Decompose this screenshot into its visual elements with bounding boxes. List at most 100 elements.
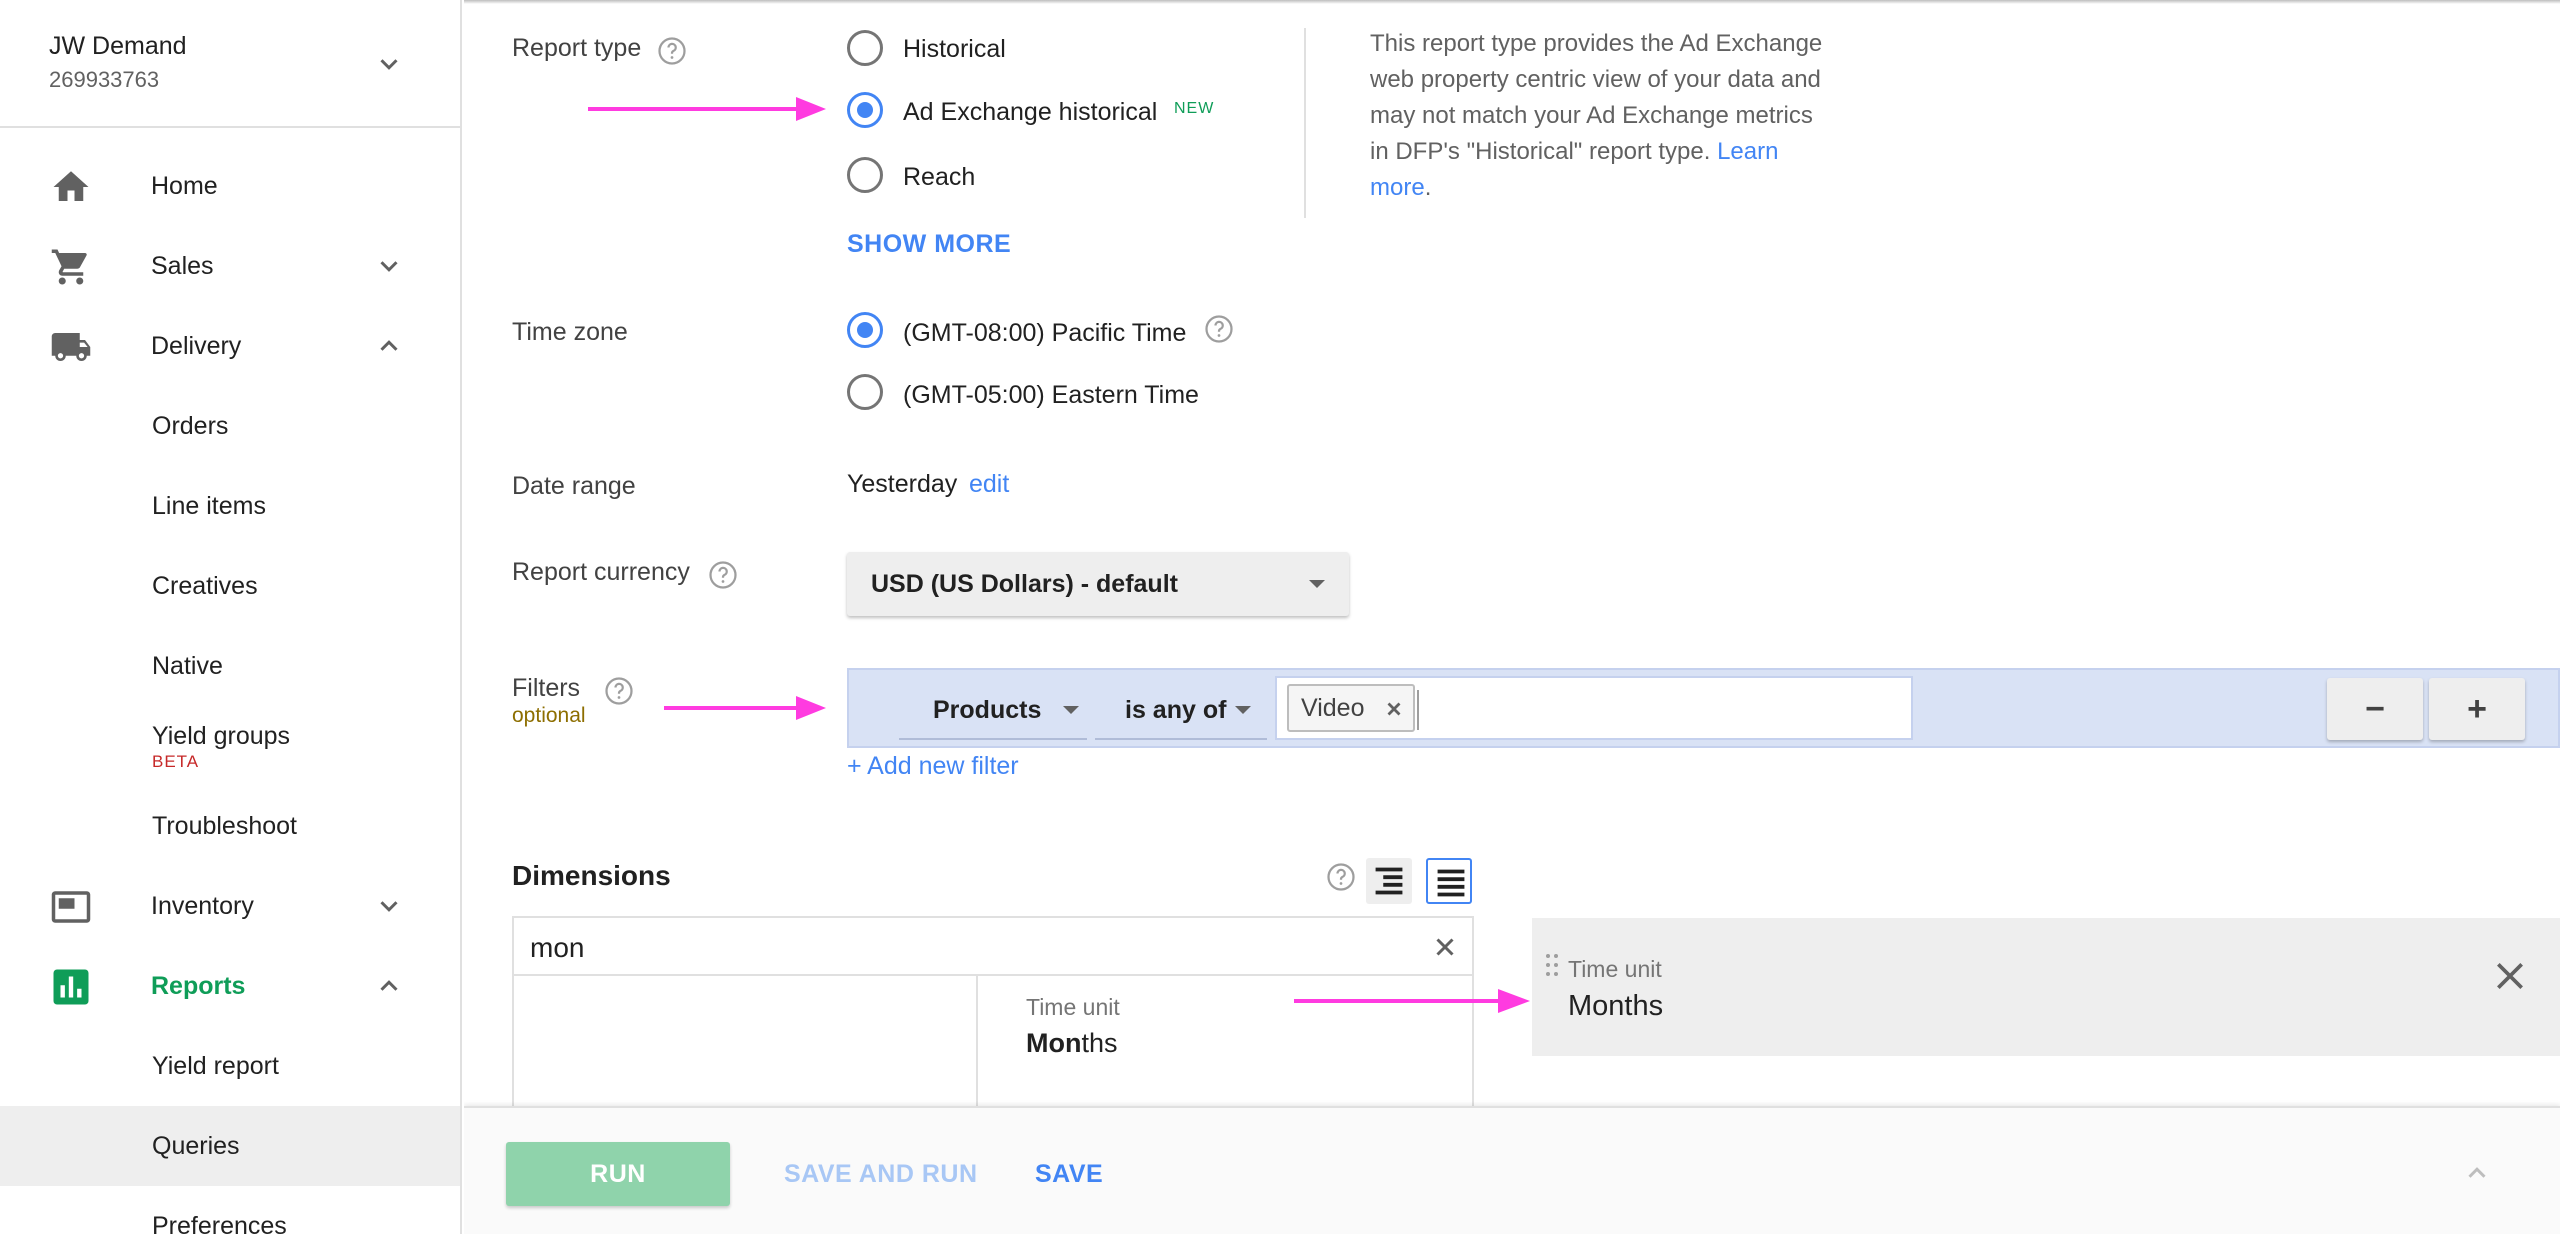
new-badge: NEW: [1174, 100, 1215, 117]
result-item-months[interactable]: Months: [1026, 1028, 1118, 1059]
divider: [1304, 28, 1306, 218]
clear-icon[interactable]: [1430, 932, 1460, 962]
save-button[interactable]: SAVE: [1035, 1160, 1103, 1189]
sidebar-item-yield-groups[interactable]: Yield groups BETA: [0, 710, 460, 790]
help-icon[interactable]: [708, 560, 738, 590]
chevron-down-icon[interactable]: [374, 251, 404, 281]
sidebar-item-label: Home: [151, 172, 218, 200]
remove-filter-button[interactable]: −: [2327, 678, 2423, 740]
close-icon[interactable]: [2490, 956, 2530, 996]
sidebar-item-preferences[interactable]: Preferences: [0, 1186, 460, 1234]
reports-icon: [50, 966, 92, 1008]
selected-dimension-category: Time unit: [1568, 956, 1662, 982]
sidebar-item-label: Sales: [151, 252, 214, 280]
beta-badge: BETA: [152, 752, 200, 771]
add-new-filter-link[interactable]: + Add new filter: [847, 752, 1019, 781]
report-type-reach-radio[interactable]: [847, 157, 883, 193]
sidebar-item-label: Reports: [151, 972, 246, 1000]
sidebar-item-creatives[interactable]: Creatives: [0, 546, 460, 626]
chevron-down-icon[interactable]: [374, 891, 404, 921]
date-range-edit-link[interactable]: edit: [969, 470, 1009, 499]
sidebar: JW Demand 269933763 Home Sales Delivery …: [0, 0, 462, 1234]
sidebar-item-delivery[interactable]: Delivery: [0, 306, 460, 386]
text-cursor: [1417, 690, 1419, 730]
dropdown-caret-icon: [1063, 706, 1079, 714]
truck-icon: [50, 326, 92, 368]
filter-dimension-dropdown[interactable]: Products: [899, 674, 1087, 740]
report-type-description: This report type provides the Ad Exchang…: [1370, 26, 1830, 206]
save-and-run-button[interactable]: SAVE AND RUN: [784, 1160, 978, 1189]
report-type-adx-historical-radio[interactable]: [847, 92, 883, 128]
dimensions-title: Dimensions: [512, 860, 671, 891]
run-button[interactable]: RUN: [506, 1142, 730, 1206]
account-switcher[interactable]: JW Demand 269933763: [0, 0, 460, 128]
filter-row: Products is any of Video − +: [847, 668, 2560, 748]
time-zone-eastern-radio[interactable]: [847, 374, 883, 410]
time-zone-eastern-label: (GMT-05:00) Eastern Time: [903, 381, 1199, 409]
help-icon[interactable]: [1204, 314, 1234, 344]
filter-values-input[interactable]: Video: [1275, 676, 1913, 740]
help-icon[interactable]: [1326, 862, 1356, 892]
report-currency-label: Report currency: [512, 558, 690, 586]
sidebar-item-yield-report[interactable]: Yield report: [0, 1026, 460, 1106]
list-view-icon[interactable]: [1426, 858, 1472, 904]
report-type-label: Report type: [512, 34, 642, 62]
show-more-button[interactable]: SHOW MORE: [847, 230, 1011, 259]
report-type-adx-historical-label: Ad Exchange historical: [903, 98, 1158, 126]
inventory-icon: [50, 886, 92, 928]
date-range-label: Date range: [512, 472, 636, 500]
filter-operator-value: is any of: [1125, 696, 1227, 724]
dimension-search-input[interactable]: mon: [512, 916, 1474, 976]
account-name: JW Demand: [49, 32, 187, 60]
sidebar-item-orders[interactable]: Orders: [0, 386, 460, 466]
description-period: .: [1424, 174, 1432, 201]
time-zone-pacific-radio[interactable]: [847, 312, 883, 348]
report-editor: Report type Historical Ad Exchange histo…: [464, 0, 2560, 1234]
result-match: Mon: [1026, 1028, 1082, 1058]
chevron-up-icon[interactable]: [374, 331, 404, 361]
sidebar-item-native[interactable]: Native: [0, 626, 460, 706]
selected-dimension-name: Months: [1568, 990, 1664, 1022]
help-icon[interactable]: [657, 36, 687, 66]
sidebar-item-inventory[interactable]: Inventory: [0, 866, 460, 946]
home-icon: [50, 166, 92, 208]
chevron-up-icon[interactable]: [2462, 1158, 2492, 1188]
sidebar-item-label: Line items: [152, 492, 266, 520]
tree-view-icon[interactable]: [1366, 858, 1412, 904]
filter-operator-dropdown[interactable]: is any of: [1095, 674, 1267, 740]
dropdown-caret-icon: [1309, 580, 1325, 588]
filter-dimension-value: Products: [933, 696, 1042, 724]
chevron-down-icon[interactable]: [374, 49, 404, 79]
report-type-historical-radio[interactable]: [847, 30, 883, 66]
sidebar-item-queries[interactable]: Queries: [0, 1106, 460, 1186]
sidebar-item-sales[interactable]: Sales: [0, 226, 460, 306]
filters-label: Filters: [512, 674, 581, 702]
action-bar: RUN SAVE AND RUN SAVE: [464, 1106, 2560, 1234]
sidebar-item-home[interactable]: Home: [0, 146, 460, 226]
sidebar-item-reports[interactable]: Reports: [0, 946, 460, 1026]
selected-dimension[interactable]: Time unit Months: [1532, 918, 2560, 1056]
sidebar-item-label: Delivery: [151, 332, 242, 360]
close-icon[interactable]: [1383, 698, 1405, 720]
sidebar-item-label: Yield groups: [152, 722, 291, 750]
result-category: Time unit: [1026, 994, 1120, 1020]
sidebar-item-label: Yield report: [152, 1052, 279, 1080]
add-filter-row-button[interactable]: +: [2429, 678, 2525, 740]
account-id: 269933763: [49, 67, 160, 92]
sidebar-item-line-items[interactable]: Line items: [0, 466, 460, 546]
sidebar-item-label: Queries: [152, 1132, 240, 1160]
sidebar-item-label: Troubleshoot: [152, 812, 297, 840]
date-range-value: Yesterday: [847, 470, 958, 498]
filter-chip: Video: [1287, 684, 1415, 732]
sidebar-item-troubleshoot[interactable]: Troubleshoot: [0, 786, 460, 866]
cart-icon: [50, 246, 92, 288]
sidebar-item-label: Native: [152, 652, 223, 680]
help-icon[interactable]: [604, 676, 634, 706]
time-zone-pacific-label: (GMT-08:00) Pacific Time: [903, 319, 1187, 347]
currency-select[interactable]: USD (US Dollars) - default: [847, 552, 1349, 616]
chevron-up-icon[interactable]: [374, 971, 404, 1001]
annotation-arrow: [664, 693, 828, 723]
optional-label: optional: [512, 704, 586, 727]
annotation-arrow: [588, 94, 828, 124]
drag-handle-icon[interactable]: [1544, 952, 1560, 978]
